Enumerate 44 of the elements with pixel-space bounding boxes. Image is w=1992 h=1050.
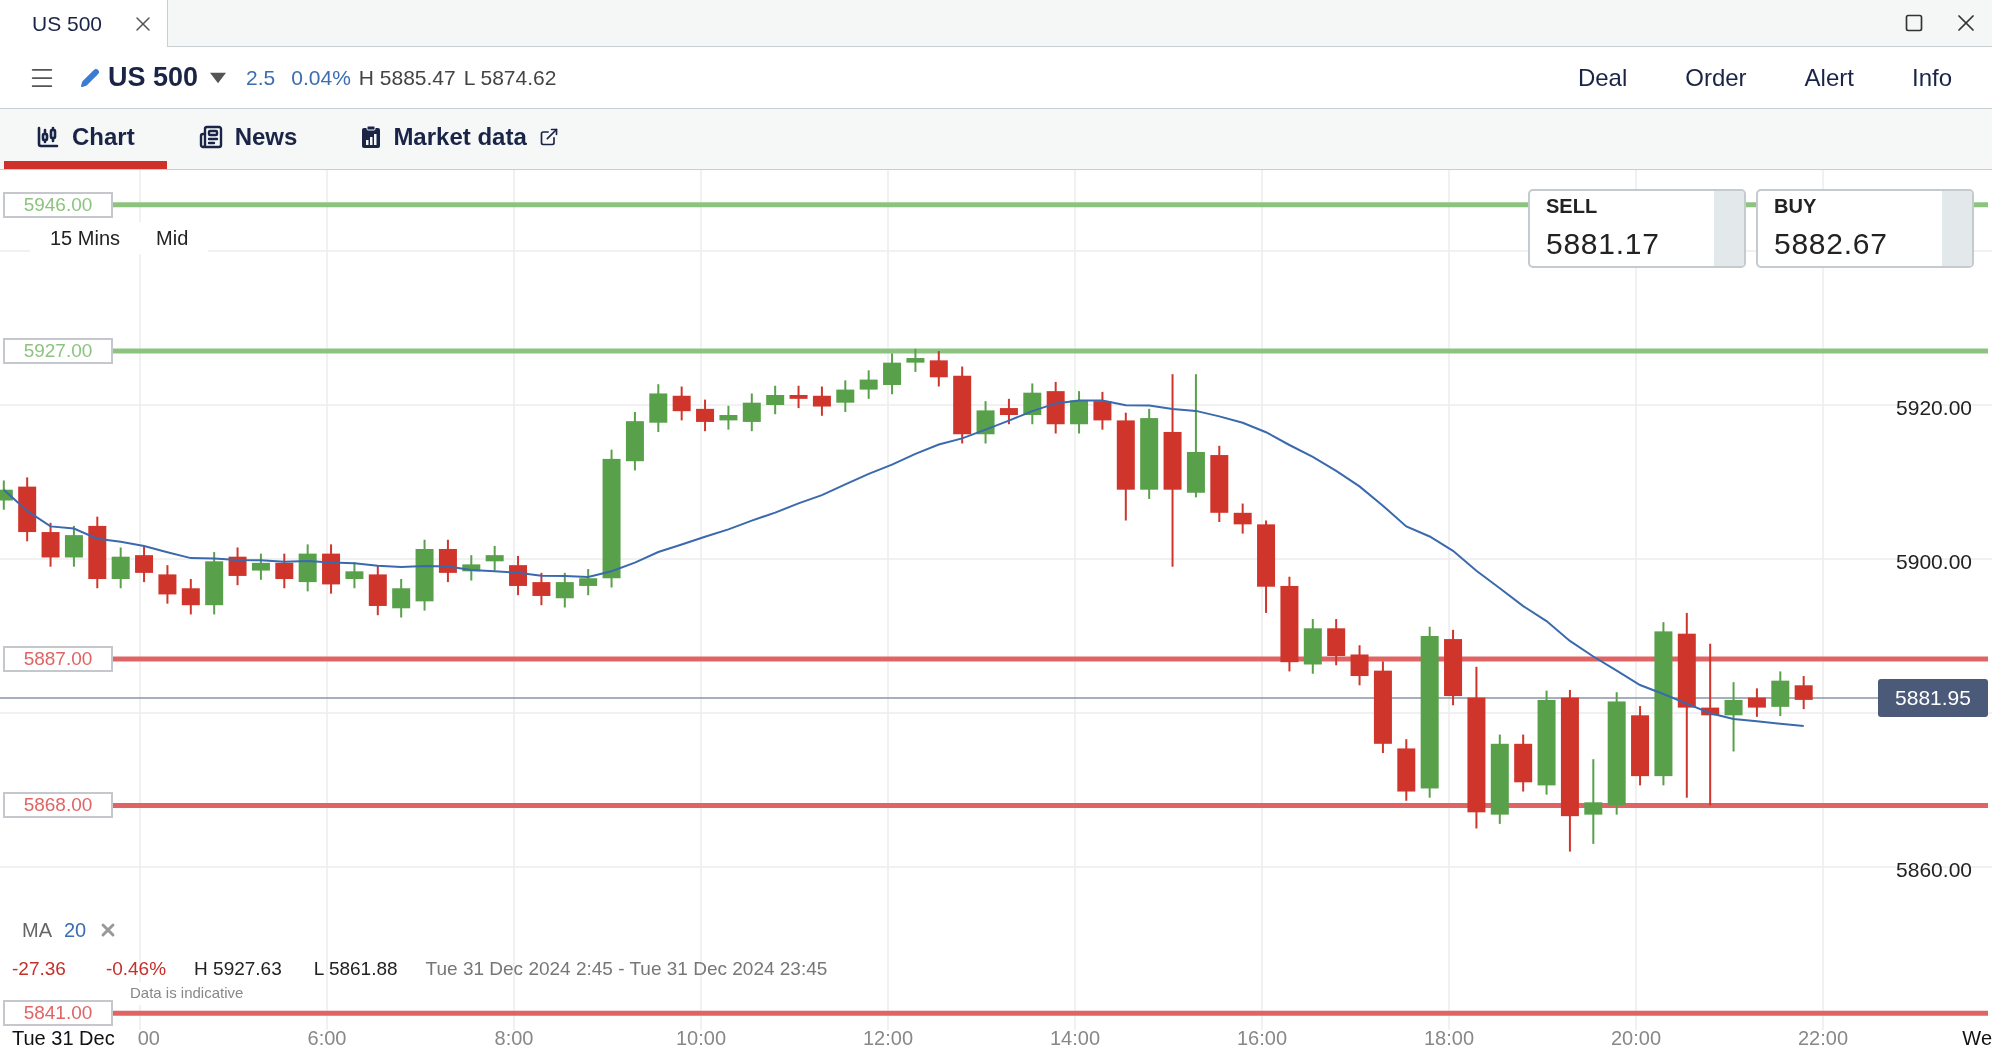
y-axis-label: 5900.00 (1896, 549, 1972, 575)
period-low: L 5861.88 (313, 957, 398, 981)
newspaper-icon (198, 125, 223, 149)
period-change: -27.36 (12, 957, 66, 981)
low-price: L 5874.62 (463, 64, 557, 91)
price-type-selector[interactable]: Mid (156, 223, 189, 253)
disclaimer-text: Data is indicative (130, 982, 244, 1005)
indicator-name: MA (22, 918, 52, 943)
action-button[interactable]: Order (1685, 59, 1747, 96)
sell-button[interactable]: SELL 5881.17 (1528, 189, 1746, 268)
x-axis-label: 00 (136, 1027, 160, 1049)
x-axis-label: 16:00 (1235, 1027, 1289, 1049)
x-axis-label: 20:00 (1609, 1027, 1663, 1049)
window-tab[interactable]: US 500 (0, 0, 168, 47)
x-axis-label: 8:00 (493, 1027, 535, 1049)
high-price: H 5885.47 (358, 64, 456, 91)
action-button[interactable]: Info (1911, 59, 1952, 96)
x-axis-label: 14:00 (1048, 1027, 1102, 1049)
x-axis-label: 6:00 (306, 1027, 348, 1049)
x-axis-label: 18:00 (1422, 1027, 1476, 1049)
price-change-percent: 0.04% (291, 64, 351, 91)
action-button[interactable]: Alert (1804, 59, 1854, 96)
price-change: 2.5 (246, 64, 276, 91)
x-axis-label: 22:00 (1796, 1027, 1850, 1049)
candlestick-icon (36, 125, 60, 149)
x-axis-label: 10:00 (674, 1027, 728, 1049)
y-axis-label: 5920.00 (1896, 395, 1972, 421)
pencil-icon[interactable] (80, 67, 100, 88)
buy-button[interactable]: BUY 5882.67 (1756, 189, 1974, 268)
period-change-percent: -0.46% (105, 957, 167, 981)
current-price-tag: 5881.95 (1878, 679, 1988, 717)
clipboard-chart-icon (361, 125, 382, 149)
period-range: Tue 31 Dec 2024 2:45 - Tue 31 Dec 2024 23:45 (425, 957, 828, 981)
interval-selector[interactable]: 15 Mins (50, 223, 121, 253)
view-tab[interactable]: Market data (329, 109, 591, 169)
x-axis-label: 12:00 (861, 1027, 915, 1049)
action-button[interactable]: Deal (1577, 59, 1628, 96)
period-high: H 5927.63 (194, 957, 282, 981)
view-tab[interactable]: News (166, 109, 330, 169)
instrument-name[interactable]: US 500 (108, 57, 199, 98)
y-axis-label: 5860.00 (1896, 857, 1972, 883)
caret-icon[interactable] (210, 71, 227, 84)
indicator-period[interactable]: 20 (64, 915, 87, 945)
maximize-icon[interactable] (1904, 13, 1924, 33)
